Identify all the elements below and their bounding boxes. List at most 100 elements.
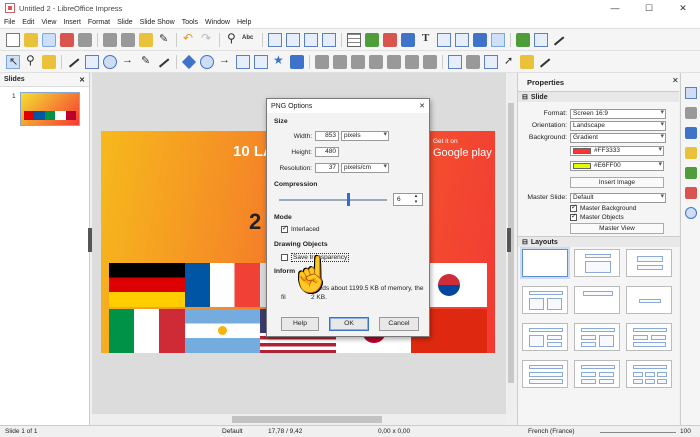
stars-icon[interactable]	[272, 53, 286, 69]
menu-edit[interactable]: Edit	[22, 19, 34, 26]
layout-title-slide[interactable]	[626, 249, 672, 277]
insert-chart-icon[interactable]	[383, 32, 397, 47]
open-folder-icon[interactable]	[24, 32, 38, 47]
cut-icon[interactable]	[103, 32, 117, 47]
insert-hyperlink-icon[interactable]	[473, 32, 487, 47]
germany-flag-image[interactable]	[109, 263, 185, 307]
insert-special-char-icon[interactable]	[437, 32, 451, 47]
compression-spinbox[interactable]: 6	[393, 193, 423, 206]
resolution-field[interactable]: 37	[315, 163, 339, 173]
layout-title-content-2[interactable]	[574, 323, 620, 351]
display-grid-icon[interactable]	[268, 32, 282, 47]
dialog-close-icon[interactable]: ✕	[419, 102, 425, 110]
paste-icon[interactable]	[139, 32, 153, 47]
undo-icon[interactable]	[182, 31, 196, 47]
sidebar-close-icon[interactable]: ✕	[672, 76, 679, 85]
lines-arrows-icon[interactable]	[121, 54, 135, 69]
gradient-color-2-dropdown[interactable]: #E6FF00	[570, 160, 664, 171]
fontwork-icon[interactable]	[520, 54, 534, 69]
clone-formatting-icon[interactable]	[157, 32, 171, 47]
master-view-button[interactable]: Master View	[570, 223, 664, 234]
menu-file[interactable]: File	[4, 19, 15, 26]
sidebar-splitter-handle[interactable]	[507, 228, 511, 252]
menu-tools[interactable]: Tools	[182, 19, 198, 26]
filter-icon[interactable]	[423, 54, 437, 69]
zoom-slider[interactable]	[600, 432, 676, 433]
styles-tab-icon[interactable]	[685, 167, 697, 179]
flowchart-icon[interactable]	[236, 54, 250, 69]
minimize-button[interactable]: —	[598, 0, 632, 16]
insert-media-icon[interactable]	[401, 32, 415, 47]
italy-flag-image[interactable]	[109, 309, 185, 353]
horizontal-scroll-thumb[interactable]	[232, 416, 382, 423]
copy-icon[interactable]	[121, 32, 135, 47]
align-icon[interactable]	[333, 54, 347, 69]
select-icon[interactable]	[6, 54, 20, 69]
symbol-shapes-icon[interactable]	[200, 54, 214, 69]
help-button[interactable]: Help	[281, 317, 319, 331]
menu-format[interactable]: Format	[88, 19, 110, 26]
properties-tab-icon[interactable]	[685, 87, 697, 99]
redo-icon[interactable]	[200, 31, 214, 47]
animation-tab-icon[interactable]	[685, 127, 697, 139]
insert-image-button[interactable]: Insert Image	[570, 177, 664, 188]
orientation-dropdown[interactable]: Landscape	[570, 120, 666, 131]
distribute-icon[interactable]	[369, 54, 383, 69]
zoom-pan-icon[interactable]	[24, 53, 38, 69]
master-slide-icon[interactable]	[322, 32, 336, 47]
new-slide-icon[interactable]	[534, 32, 548, 47]
rectangle-icon[interactable]	[85, 54, 99, 69]
ok-button[interactable]: OK	[329, 317, 369, 331]
menu-window[interactable]: Window	[205, 19, 230, 26]
crop-icon[interactable]	[405, 54, 419, 69]
basic-shapes-icon[interactable]	[181, 54, 197, 69]
layout-centered-text[interactable]	[626, 286, 672, 314]
layout-title-2-content[interactable]	[522, 286, 568, 314]
france-flag-image[interactable]	[184, 263, 261, 307]
background-dropdown[interactable]: Gradient	[570, 132, 666, 143]
compression-slider[interactable]	[279, 199, 387, 201]
layout-title-2-content-text[interactable]	[522, 323, 568, 351]
layouts-section-header[interactable]: ⊟ Layouts	[518, 236, 680, 247]
width-unit-dropdown[interactable]: pixels	[341, 131, 389, 141]
layout-title-6-content[interactable]	[626, 360, 672, 388]
menu-insert[interactable]: Insert	[63, 19, 81, 26]
layout-title-2-content-over[interactable]	[626, 323, 672, 351]
insert-image-icon[interactable]	[365, 32, 379, 47]
menu-slide-show[interactable]: Slide Show	[140, 19, 175, 26]
helplines-icon[interactable]	[286, 32, 300, 47]
find-replace-icon[interactable]	[225, 31, 239, 47]
navigator-tab-icon[interactable]	[685, 207, 697, 219]
header-footer-icon[interactable]	[491, 32, 505, 47]
connectors-icon[interactable]	[157, 55, 171, 69]
arrange-icon[interactable]	[351, 54, 365, 69]
insert-fontwork-icon[interactable]	[455, 32, 469, 47]
gradient-color-1-dropdown[interactable]: #FF3333	[570, 145, 664, 156]
compression-slider-thumb[interactable]	[347, 193, 350, 206]
maximize-button[interactable]: ☐	[632, 0, 666, 16]
layout-title-content-over[interactable]	[522, 360, 568, 388]
language-status[interactable]: French (France)	[528, 428, 575, 435]
callouts-icon[interactable]	[254, 54, 268, 69]
gluepoints-icon[interactable]	[466, 54, 480, 69]
height-field[interactable]: 480	[315, 147, 339, 157]
block-arrows-icon[interactable]	[218, 54, 232, 69]
show-draw-functions-icon[interactable]	[552, 33, 566, 47]
master-objects-checkbox[interactable]: Master Objects	[570, 212, 624, 221]
zoom-level-status[interactable]: 100	[680, 428, 691, 435]
menu-help[interactable]: Help	[237, 19, 251, 26]
fill-color-icon[interactable]	[42, 54, 56, 69]
argentina-flag-image[interactable]	[184, 309, 261, 353]
interlaced-checkbox[interactable]: Interlaced	[281, 224, 320, 233]
layout-title-4-content[interactable]	[574, 360, 620, 388]
gallery-tab-icon[interactable]	[685, 187, 697, 199]
layout-blank[interactable]	[522, 249, 568, 277]
cancel-button[interactable]: Cancel	[379, 317, 419, 331]
slide-thumbnail[interactable]	[20, 92, 80, 126]
ellipse-icon[interactable]	[103, 54, 117, 69]
resolution-unit-dropdown[interactable]: pixels/cm	[341, 163, 389, 173]
shadow-icon[interactable]	[387, 54, 401, 69]
layout-title-only[interactable]	[574, 286, 620, 314]
close-window-button[interactable]: ✕	[666, 0, 700, 16]
new-document-icon[interactable]	[6, 32, 20, 47]
